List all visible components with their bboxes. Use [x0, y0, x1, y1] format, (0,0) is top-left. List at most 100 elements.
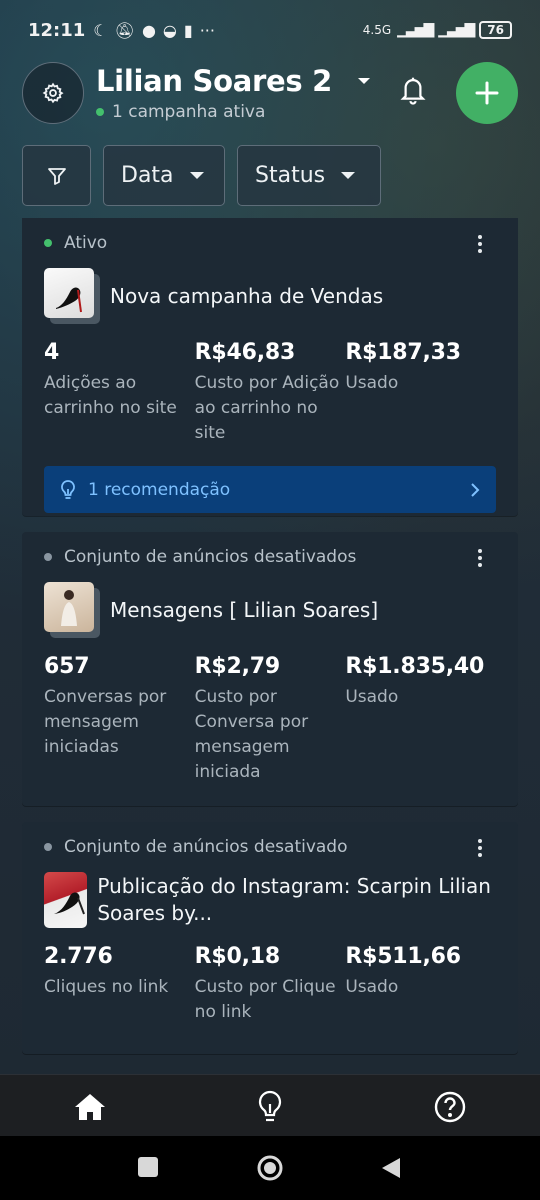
header: Lilian Soares 2 1 campanha ativa: [22, 62, 518, 124]
metric-value: 2.776: [44, 944, 113, 969]
metric-label: Usado: [345, 687, 399, 707]
caret-down-icon: [358, 78, 370, 84]
nav-help[interactable]: [430, 1087, 470, 1127]
campaign-metrics: 657 Conversas por mensagem iniciadas R$2…: [44, 654, 496, 785]
more-dot: [478, 846, 482, 850]
metric-label: Custo por Conversa por mensagem iniciada: [194, 687, 309, 782]
lightbulb-icon: [61, 479, 75, 499]
back-button[interactable]: [380, 1156, 402, 1184]
campaign-metrics: 4 Adições ao carrinho no site R$46,83 Cu…: [44, 340, 496, 446]
campaign-list: Ativo Nova campanha de Vendas 4 Adições …: [22, 218, 518, 1070]
square-icon: [138, 1157, 158, 1177]
campaign-status: Conjunto de anúncios desativados: [44, 546, 496, 568]
metric-value: R$187,33: [345, 340, 461, 365]
metric-value: R$0,18: [194, 944, 281, 969]
account-title-group[interactable]: Lilian Soares 2 1 campanha ativa: [96, 64, 332, 122]
nav-recommendations[interactable]: [250, 1087, 290, 1127]
campaign-header: Nova campanha de Vendas: [44, 268, 496, 324]
metric-spent: R$1.835,40 Usado: [345, 654, 496, 785]
nav-home[interactable]: [70, 1087, 110, 1127]
metric-value: R$46,83: [194, 340, 296, 365]
metric-results: 657 Conversas por mensagem iniciadas: [44, 654, 195, 785]
metric-spent: R$187,33 Usado: [345, 340, 496, 446]
create-button[interactable]: [456, 62, 518, 124]
chat-icon: ●: [141, 20, 156, 40]
more-dot: [478, 839, 482, 843]
help-icon: [434, 1091, 466, 1123]
active-campaigns-label: 1 campanha ativa: [112, 102, 266, 122]
home-system-button[interactable]: [256, 1154, 284, 1186]
account-title[interactable]: Lilian Soares 2: [96, 64, 332, 98]
metric-label: Usado: [345, 977, 399, 997]
status-filter-label: Status: [255, 163, 326, 188]
campaign-name: Mensagens [ Lilian Soares]: [110, 597, 379, 622]
more-notifications-icon: ···: [199, 20, 215, 40]
metric-label: Custo por Adição ao carrinho no site: [194, 373, 340, 443]
metric-cost-per-result: R$0,18 Custo por Clique no link: [195, 944, 346, 1025]
date-filter[interactable]: Data: [103, 145, 225, 206]
trash-icon: ▮: [183, 20, 193, 40]
metric-value: R$2,79: [194, 654, 281, 679]
campaign-status-label: Ativo: [64, 233, 108, 253]
more-options-button[interactable]: [470, 546, 490, 570]
plus-icon: [475, 81, 499, 105]
circle-icon: [257, 1155, 283, 1181]
back-triangle-icon: [382, 1158, 400, 1178]
more-options-button[interactable]: [470, 232, 490, 256]
campaign-status: Ativo: [44, 232, 496, 254]
home-icon: [75, 1094, 105, 1120]
metric-label: Custo por Clique no link: [194, 977, 336, 1022]
metric-spent: R$511,66 Usado: [345, 944, 496, 1025]
recommendation-banner[interactable]: 1 recomendação: [44, 466, 496, 513]
notifications-button[interactable]: [398, 74, 428, 110]
metric-results: 2.776 Cliques no link: [44, 944, 195, 1025]
system-navigation-bar: [0, 1136, 540, 1200]
funnel-icon: [47, 167, 66, 185]
settings-button[interactable]: [22, 62, 84, 124]
chevron-right-icon: [471, 482, 480, 497]
more-dot: [478, 549, 482, 553]
metric-label: Cliques no link: [44, 977, 169, 997]
metric-value: R$1.835,40: [345, 654, 485, 679]
metric-cost-per-result: R$2,79 Custo por Conversa por mensagem i…: [195, 654, 346, 785]
campaign-card[interactable]: Ativo Nova campanha de Vendas 4 Adições …: [22, 218, 518, 516]
status-right: 4.5G ▁▃▅▇ ▁▃▅▇ 76: [363, 21, 512, 39]
account-dropdown-button[interactable]: [356, 72, 372, 91]
bottom-navigation: [0, 1074, 540, 1136]
campaign-card[interactable]: Conjunto de anúncios desativado Publicaç…: [22, 822, 518, 1054]
campaign-thumbnail: [44, 582, 100, 638]
more-dot: [478, 242, 482, 246]
filter-button[interactable]: [22, 145, 91, 206]
shoe-image: [44, 268, 94, 318]
metric-value: R$511,66: [345, 944, 461, 969]
status-bar: 12:11 ☾ 🔕︎ ● ◒ ▮ ··· 4.5G ▁▃▅▇ ▁▃▅▇ 76: [0, 0, 540, 60]
more-dot: [478, 853, 482, 857]
metric-label: Conversas por mensagem iniciadas: [44, 687, 167, 757]
metric-label: Usado: [345, 373, 399, 393]
more-options-button[interactable]: [470, 836, 490, 860]
campaign-header: Mensagens [ Lilian Soares]: [44, 582, 496, 638]
filter-bar: Data Status: [22, 145, 381, 206]
more-dot: [478, 563, 482, 567]
active-campaigns-count: 1 campanha ativa: [96, 102, 332, 122]
network-type: 4.5G: [362, 23, 392, 37]
metric-value: 657: [44, 654, 90, 679]
status-dot: [44, 553, 52, 561]
status-time: 12:11: [28, 19, 86, 41]
battery-level: 76: [479, 21, 512, 39]
moon-icon: ☾: [93, 20, 108, 40]
status-notification-icons: ☾ 🔕︎ ● ◒ ▮ ···: [93, 21, 215, 40]
signal-icon-2: ▁▃▅▇: [438, 22, 475, 38]
status-dot: [44, 239, 52, 247]
lightbulb-icon: [258, 1090, 282, 1122]
bowl-icon: ◒: [162, 20, 177, 40]
status-filter[interactable]: Status: [237, 145, 381, 206]
recent-apps-button[interactable]: [137, 1156, 159, 1182]
caret-down-icon: [189, 172, 204, 179]
campaign-card[interactable]: Conjunto de anúncios desativados Mensage…: [22, 532, 518, 806]
metric-results: 4 Adições ao carrinho no site: [44, 340, 195, 446]
metric-value: 4: [44, 340, 60, 365]
campaign-metrics: 2.776 Cliques no link R$0,18 Custo por C…: [44, 944, 496, 1025]
metric-label: Adições ao carrinho no site: [44, 373, 177, 418]
status-dot: [44, 843, 52, 851]
